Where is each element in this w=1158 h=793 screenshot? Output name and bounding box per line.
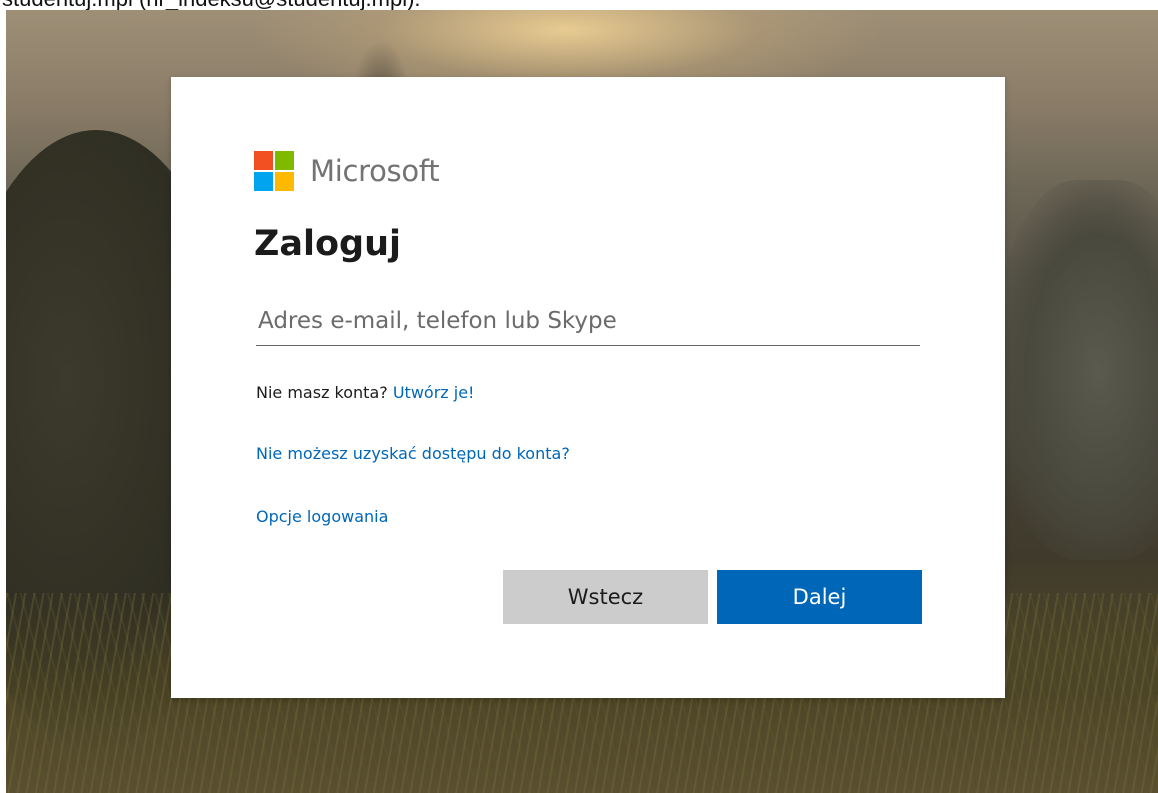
logo-square-green: [275, 151, 294, 170]
logo-square-yellow: [275, 172, 294, 191]
no-account-text: Nie masz konta?: [256, 383, 393, 402]
cant-access-account-link[interactable]: Nie możesz uzyskać dostępu do konta?: [256, 444, 570, 463]
email-field[interactable]: [256, 297, 920, 346]
signin-card: Microsoft Zaloguj Nie masz konta? Utwórz…: [171, 77, 1005, 698]
logo-square-blue: [254, 172, 273, 191]
create-account-link[interactable]: Utwórz je!: [393, 383, 475, 402]
signin-options-link[interactable]: Opcje logowania: [256, 507, 388, 526]
microsoft-logo-icon: [254, 151, 294, 191]
next-button[interactable]: Dalej: [717, 570, 922, 624]
back-button[interactable]: Wstecz: [503, 570, 708, 624]
microsoft-logo-text: Microsoft: [310, 154, 440, 188]
no-account-row: Nie masz konta? Utwórz je!: [256, 381, 474, 405]
signin-options-row: Opcje logowania: [256, 505, 388, 529]
page-title: Zaloguj: [254, 224, 402, 264]
logo-square-red: [254, 151, 273, 170]
cant-access-row: Nie możesz uzyskać dostępu do konta?: [256, 442, 570, 466]
microsoft-logo: Microsoft: [254, 151, 440, 191]
background-city-right: [998, 180, 1158, 560]
